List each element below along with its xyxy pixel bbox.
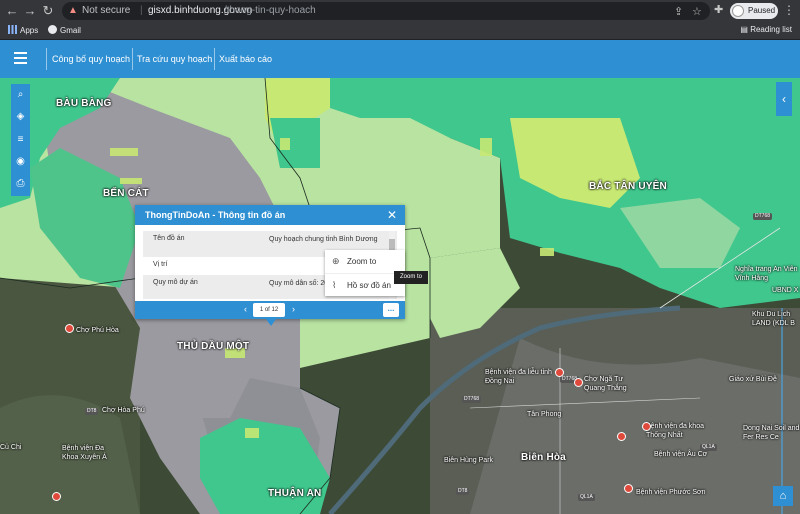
poi-label: Bệnh viện đa khoa Thống Nhất [646,423,704,439]
road-shield: DT8 [85,408,99,415]
hospital-pin-icon [52,492,61,501]
search-icon[interactable]: ⌕ [11,84,30,106]
poi-label: UBND X Lu [772,287,800,294]
map-toolbar: ⌕ ◈ ≡ ◉ ⎙ [11,84,30,196]
extensions-icon[interactable]: ✚ [714,3,723,16]
road-shield: QL1A [578,494,595,501]
eye-icon[interactable]: ◉ [11,151,30,173]
reading-list-icon: ▤ [740,25,751,34]
divider [132,48,133,70]
menu-item-label: Zoom to [347,257,377,266]
profile-button[interactable]: Paused [730,3,778,19]
back-icon[interactable]: ← [4,3,20,19]
poi-label: Tân Phong [527,411,562,418]
place-label: BẮC TÂN UYÊN [589,181,667,192]
menu-icon[interactable] [14,52,27,64]
pager-count: 1 of 12 [253,303,285,317]
divider [46,48,47,70]
road-shield: DT768 [462,396,482,403]
poi-label: Nghĩa trang An Viên Vĩnh Hằng [735,266,798,282]
location-pin-icon [65,324,74,333]
poi-label: Bệnh viện Phước Sơn [636,489,706,496]
attr-value: Quy hoạch chung tỉnh Bình Dương [269,236,378,243]
app-header: Công bố quy hoạch Tra cứu quy hoạch Xuất… [0,40,800,78]
list-icon[interactable]: ≡ [11,129,30,151]
bookmark-gmail[interactable]: Gmail [48,25,81,35]
popup-pointer [266,319,276,326]
menu-cong-bo-quy-hoach[interactable]: Công bố quy hoạch [52,54,130,64]
zoom-icon: ⊕ [332,256,340,266]
location-pin-icon [624,484,633,493]
url-path: /thong-tin-quy-hoach [224,5,316,16]
warning-icon: ▲ [68,5,78,16]
browser-toolbar: ← → ↻ ▲ Not secure | gisxd.binhduong.gov… [0,0,800,22]
omnibox-separator: | [140,5,143,16]
attr-key: Quy mô dự án [153,279,198,286]
place-label: THUẬN AN [268,488,322,499]
profile-status: Paused [748,6,776,15]
layers-icon[interactable]: ◈ [11,106,30,128]
place-label: BẾN CÁT [103,188,149,199]
poi-label: Bệnh viện Đa Khoa Xuyên Á [62,445,107,461]
road-shield: DT8 [456,488,470,495]
reload-icon[interactable]: ↻ [40,3,56,19]
ho-so-do-an-menu-item[interactable]: ⌇ Hồ sơ đồ án [325,273,405,296]
poi-label: Bệnh viện đa liễu tỉnh Đồng Nai [485,369,552,385]
place-label: Biên Hòa [521,452,566,463]
forward-icon[interactable]: → [22,3,38,19]
more-options-button[interactable]: ... [383,303,399,317]
divider [214,48,215,70]
popup-footer: ‹ 1 of 12 › ... [135,301,405,319]
actions-menu: ⊕ Zoom to ⌇ Hồ sơ đồ án [325,250,405,296]
bookmark-label: Gmail [60,26,81,35]
poi-label: Bệnh viện Âu Cơ [654,451,708,458]
menu-item-label: Hồ sơ đồ án [347,281,391,290]
poi-label: Củ Chi [0,444,22,451]
tooltip: Zoom to [394,271,428,284]
hospital-pin-icon [555,368,564,377]
attr-key: Tên đồ án [153,235,185,242]
bookmark-label: Apps [20,26,39,35]
share-icon[interactable]: ⇪ [674,5,683,18]
reading-list-button[interactable]: ▤ Reading list [740,25,792,34]
address-bar[interactable]: ▲ Not secure | gisxd.binhduong.gov.vn /t… [62,2,710,20]
chevron-right-icon[interactable]: › [292,304,295,314]
reading-list-label: Reading list [750,25,792,34]
google-icon [48,25,57,34]
road-shield: QL1A [700,444,717,451]
avatar [732,5,744,17]
poi-label: Chợ Hòa Phú [102,407,145,414]
poi-label: Chợ Phú Hòa [76,327,119,334]
chevron-left-icon[interactable]: ‹ [244,304,247,314]
bookmark-star-icon[interactable]: ☆ [692,5,702,18]
bookmark-apps[interactable]: Apps [8,25,38,35]
place-label: BÀU BÀNG [56,98,112,109]
place-label: THỦ DẦU MỘT [177,341,250,352]
apps-grid-icon [8,25,17,34]
location-pin-icon [574,378,583,387]
menu-xuat-bao-cao[interactable]: Xuất báo cáo [219,54,272,64]
poi-label: Chợ Ngã Tư Quang Thắng [584,376,627,392]
print-icon[interactable]: ⎙ [11,173,30,195]
road-shield: DT768 [753,213,773,220]
menu-tra-cuu-quy-hoach[interactable]: Tra cứu quy hoạch [137,54,212,64]
hospital-pin-icon [642,422,651,431]
hospital-pin-icon [617,432,626,441]
poi-label: Dong Nai Soil and Fer Res Ce [743,425,800,441]
paperclip-icon: ⌇ [332,280,337,290]
attr-key: Vị trí [153,261,168,268]
home-icon[interactable]: ⌂ [773,486,793,506]
close-icon[interactable]: ✕ [387,205,397,225]
zoom-to-menu-item[interactable]: ⊕ Zoom to [325,250,405,273]
browser-menu-icon[interactable]: ⋮ [783,3,795,17]
poi-label: Giáo xứ Bùi Đệ [729,376,777,383]
poi-label: Biên Hùng Park [444,457,494,464]
bookmarks-bar: Apps Gmail ▤ Reading list [0,22,800,40]
poi-label: Khu Du Lịch LAND (KDL B [752,311,795,327]
chevron-left-icon[interactable]: ‹ [776,82,792,116]
popup-title: ThongTinDoAn - Thông tin đồ án [135,205,405,225]
security-label: Not secure [82,5,131,16]
